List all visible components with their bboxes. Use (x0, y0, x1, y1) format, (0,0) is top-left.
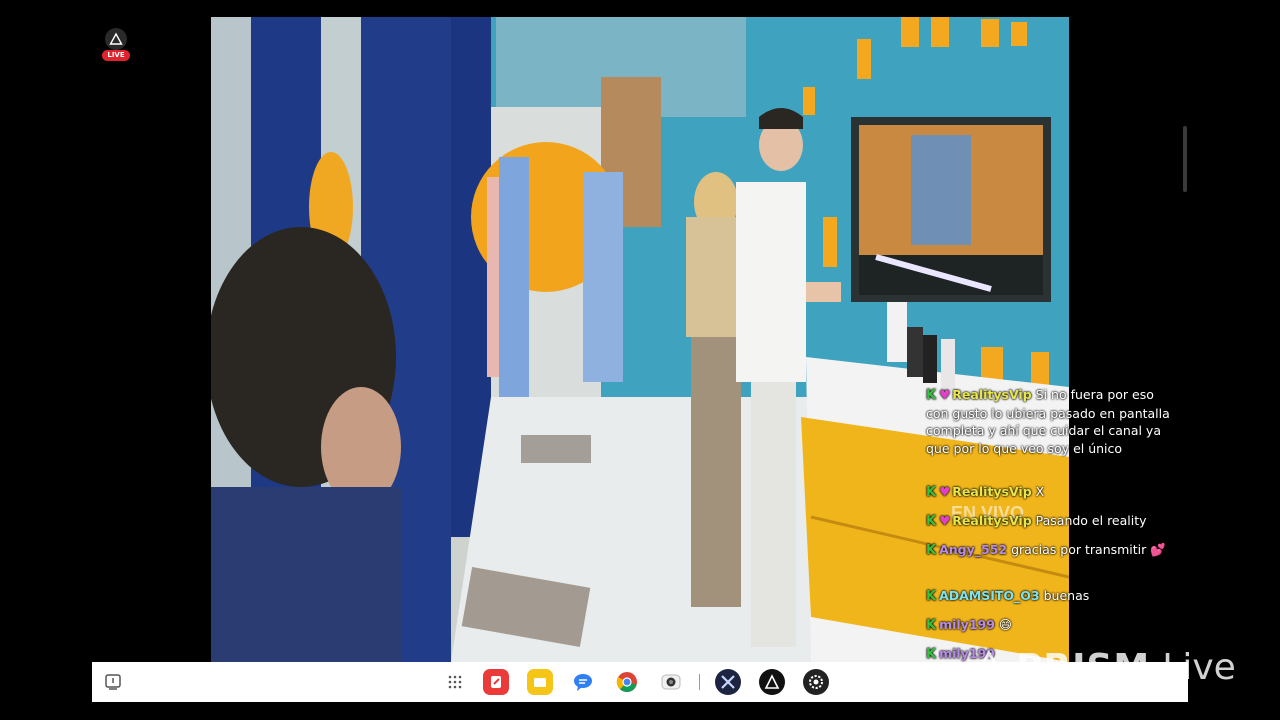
video-scene-image: EN VIVO (211, 17, 1069, 662)
chat-username: RealitysVip (952, 387, 1032, 402)
notes-app-icon[interactable] (483, 669, 509, 695)
chat-username: RealitysVip (952, 484, 1032, 499)
prism-logo-icon (105, 28, 127, 50)
recent-apps-icon[interactable] (100, 669, 126, 695)
kick-icon: K (926, 589, 937, 604)
chat-message: K ♥ RealitysVip X (926, 483, 1171, 502)
settings-app-icon[interactable] (803, 669, 829, 695)
chat-text: X (1035, 484, 1045, 499)
kick-icon: K (926, 514, 937, 529)
heart-icon: ♥ (939, 513, 951, 528)
chat-text: 😄 (998, 617, 1012, 632)
xtream-app-icon[interactable] (715, 669, 741, 695)
chat-message: K Angy_552 gracias por transmitir 💕 (926, 541, 1171, 560)
chat-username: RealitysVip (952, 513, 1032, 528)
chrome-app-icon[interactable] (614, 669, 640, 695)
chat-message: K ♥ RealitysVip Si no fuera por eso con gu… (926, 386, 1171, 457)
kick-icon: K (926, 485, 937, 500)
chat-text: gracias por transmitir 💕 (1011, 542, 1166, 557)
kick-icon: K (926, 618, 937, 633)
chat-message: K ADAMSITO_O3 buenas (926, 587, 1171, 606)
heart-icon: ♥ (939, 484, 951, 499)
files-app-icon[interactable] (527, 669, 553, 695)
chat-message: K ♥ RealitysVip Pasando el reality (926, 512, 1171, 531)
chat-username: Angy_552 (939, 542, 1008, 557)
side-panel-handle[interactable] (1183, 126, 1187, 192)
chat-message: Kmily199 😄 (926, 616, 1171, 635)
chat-username: ADAMSITO_O3 (939, 588, 1040, 603)
prism-app-icon[interactable] (759, 669, 785, 695)
chat-username: mily199 (939, 617, 995, 632)
kick-icon: K (926, 647, 937, 662)
taskbar-divider (699, 674, 700, 690)
chat-text: buenas (1043, 588, 1090, 603)
live-badge[interactable]: LIVE (100, 28, 132, 62)
app-drawer-icon[interactable] (442, 669, 468, 695)
video-stream[interactable]: EN VIVO (211, 17, 1069, 662)
camera-app-icon[interactable] (658, 669, 684, 695)
kick-icon: K (926, 543, 937, 558)
taskbar (92, 662, 1188, 702)
heart-icon: ♥ (939, 387, 951, 402)
messages-app-icon[interactable] (570, 669, 596, 695)
live-label: LIVE (102, 50, 130, 61)
chat-text: Pasando el reality (1035, 513, 1147, 528)
kick-icon: K (926, 388, 937, 403)
